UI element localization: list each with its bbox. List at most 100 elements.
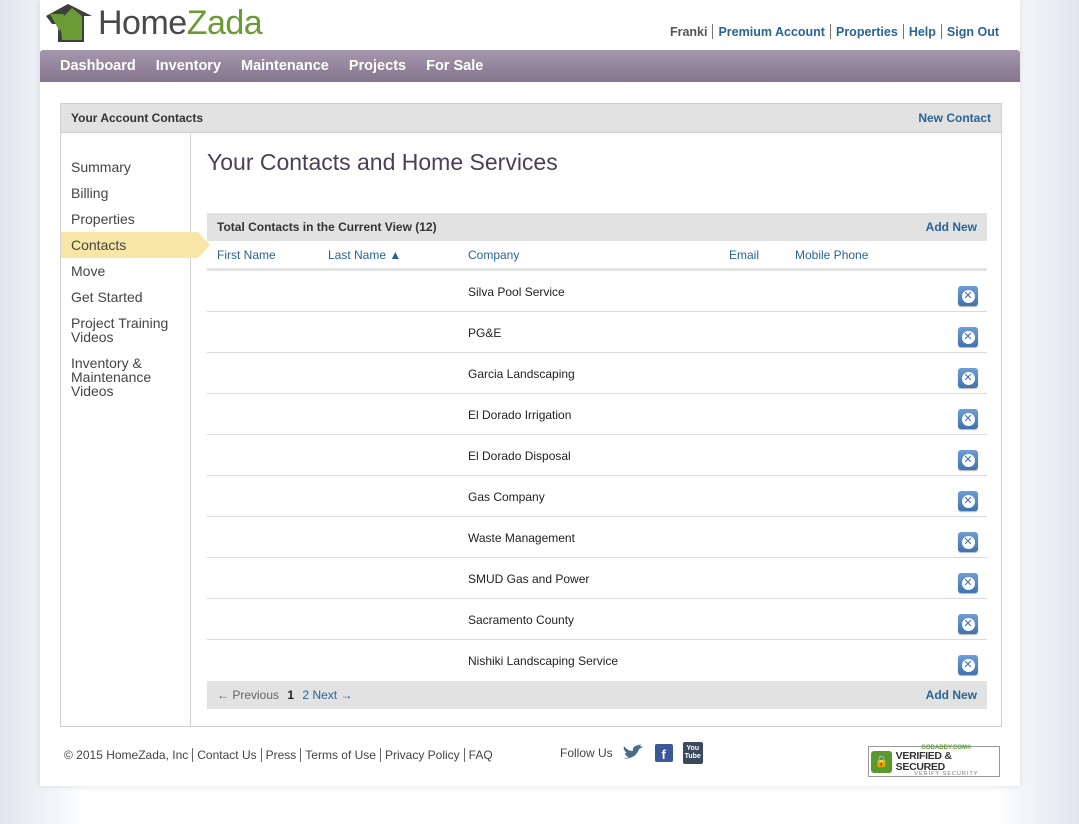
premium-account-link[interactable]: Premium Account [718,25,825,39]
facebook-icon[interactable]: f [654,744,673,762]
panel-title: Your Account Contacts [71,111,204,125]
properties-link[interactable]: Properties [836,25,898,39]
nav-projects[interactable]: Projects [349,58,406,74]
close-icon: ✕ [961,617,975,631]
close-icon: ✕ [961,576,975,590]
sign-out-link[interactable]: Sign Out [947,25,999,39]
col-company[interactable]: Company [468,248,519,262]
account-links: Franki Premium Account Properties Help S… [670,24,999,39]
homezada-logo[interactable]: HomeZada [44,2,263,44]
account-contacts-panel: Your Account Contacts New Contact Summar… [60,103,1002,727]
col-mobile-phone[interactable]: Mobile Phone [795,248,868,262]
delete-contact-button[interactable]: ✕ [958,286,978,306]
table-row[interactable]: SMUD Gas and Power ✕ [207,558,987,599]
current-page: 1 [287,688,295,702]
close-icon: ✕ [961,330,975,344]
delete-contact-button[interactable]: ✕ [958,327,978,347]
follow-us-label: Follow Us [560,746,613,760]
copyright: © 2015 HomeZada, Inc [64,748,189,762]
table-row[interactable]: Nishiki Landscaping Service ✕ [207,640,987,681]
username: Franki [669,24,708,39]
company-cell: Garcia Landscaping [468,367,575,381]
nav-inventory[interactable]: Inventory [156,58,221,74]
company-cell: Waste Management [468,531,575,545]
close-icon: ✕ [961,658,975,672]
nav-for-sale[interactable]: For Sale [426,58,483,74]
close-icon: ✕ [961,412,975,426]
youtube-icon[interactable]: You Tube [682,742,703,764]
nav-dashboard[interactable]: Dashboard [60,58,136,74]
table-row[interactable]: Gas Company ✕ [207,476,987,517]
company-cell: El Dorado Disposal [468,449,571,463]
table-row[interactable]: Sacramento County ✕ [207,599,987,640]
delete-contact-button[interactable]: ✕ [958,573,978,593]
company-cell: El Dorado Irrigation [468,408,572,422]
delete-contact-button[interactable]: ✕ [958,450,978,470]
delete-contact-button[interactable]: ✕ [958,532,978,552]
social-links: Follow Us f You Tube [560,742,703,764]
column-headers: First Name Last Name ▲ Company Email Mob… [207,241,987,271]
faq-link[interactable]: FAQ [469,748,493,762]
terms-link[interactable]: Terms of Use [305,748,376,762]
pagination-bar: ← Previous 1 2 Next → Add New [207,681,987,709]
company-cell: Sacramento County [468,613,575,627]
account-sidebar: Summary Billing Properties Contacts Move… [61,134,210,726]
main-nav: Dashboard Inventory Maintenance Projects… [40,50,1020,82]
nav-maintenance[interactable]: Maintenance [241,58,329,74]
panel-header: Your Account Contacts New Contact [61,104,1001,133]
company-cell: SMUD Gas and Power [468,572,590,586]
table-row[interactable]: El Dorado Disposal ✕ [207,435,987,476]
delete-contact-button[interactable]: ✕ [958,491,978,511]
privacy-link[interactable]: Privacy Policy [385,748,460,762]
sidebar-item-move[interactable]: Move [61,258,190,284]
col-last-name[interactable]: Last Name ▲ [328,248,401,262]
sidebar-item-get-started[interactable]: Get Started [61,284,190,310]
delete-contact-button[interactable]: ✕ [958,368,978,388]
delete-contact-button[interactable]: ✕ [958,409,978,429]
sidebar-item-billing[interactable]: Billing [61,180,190,206]
delete-contact-button[interactable]: ✕ [958,655,978,675]
contacts-table-header-bar: Total Contacts in the Current View (12) … [207,213,987,241]
col-first-name[interactable]: First Name [217,248,276,262]
close-icon: ✕ [961,289,975,303]
company-cell: PG&E [468,326,502,340]
table-row[interactable]: Waste Management ✕ [207,517,987,558]
help-link[interactable]: Help [909,25,936,39]
sidebar-item-project-training-videos[interactable]: Project Training Videos [61,310,190,350]
page-title: Your Contacts and Home Services [207,149,558,175]
page-2-link[interactable]: 2 [302,688,309,702]
contact-us-link[interactable]: Contact Us [197,748,256,762]
contacts-content: Your Contacts and Home Services Total Co… [207,134,987,709]
twitter-icon[interactable] [621,744,645,762]
close-icon: ✕ [961,453,975,467]
sidebar-item-contacts[interactable]: Contacts [61,232,210,258]
godaddy-verified-badge[interactable]: 🔒 GODADDY.COM® VERIFIED & SECURED VERIFY… [868,745,1000,777]
lock-icon: 🔒 [871,750,892,773]
footer-links: © 2015 HomeZada, Inc Contact Us Press Te… [64,748,493,762]
sidebar-item-summary[interactable]: Summary [61,154,190,180]
new-contact-link[interactable]: New Contact [918,111,991,125]
company-cell: Gas Company [468,490,545,504]
press-link[interactable]: Press [266,748,297,762]
logo-text: HomeZada [98,4,263,42]
delete-contact-button[interactable]: ✕ [958,614,978,634]
close-icon: ✕ [961,371,975,385]
add-new-link-bottom[interactable]: Add New [926,688,977,702]
col-email[interactable]: Email [729,248,759,262]
sidebar-item-inventory-maintenance-videos[interactable]: Inventory & Maintenance Videos [61,350,190,404]
close-icon: ✕ [961,535,975,549]
table-row[interactable]: Garcia Landscaping ✕ [207,353,987,394]
table-row[interactable]: El Dorado Irrigation ✕ [207,394,987,435]
company-cell: Silva Pool Service [468,285,565,299]
table-row[interactable]: Silva Pool Service ✕ [207,271,987,312]
company-cell: Nishiki Landscaping Service [468,654,619,668]
total-contacts-label: Total Contacts in the Current View (12) [217,220,437,234]
sidebar-item-properties[interactable]: Properties [61,206,190,232]
add-new-link-top[interactable]: Add New [926,220,977,234]
house-logo-icon [46,4,92,42]
previous-page[interactable]: ← Previous [217,688,279,702]
next-page-link[interactable]: Next → [312,688,352,702]
contacts-list: Silva Pool Service ✕ PG&E ✕ Garcia Landscapi… [207,271,987,681]
close-icon: ✕ [961,494,975,508]
table-row[interactable]: PG&E ✕ [207,312,987,353]
